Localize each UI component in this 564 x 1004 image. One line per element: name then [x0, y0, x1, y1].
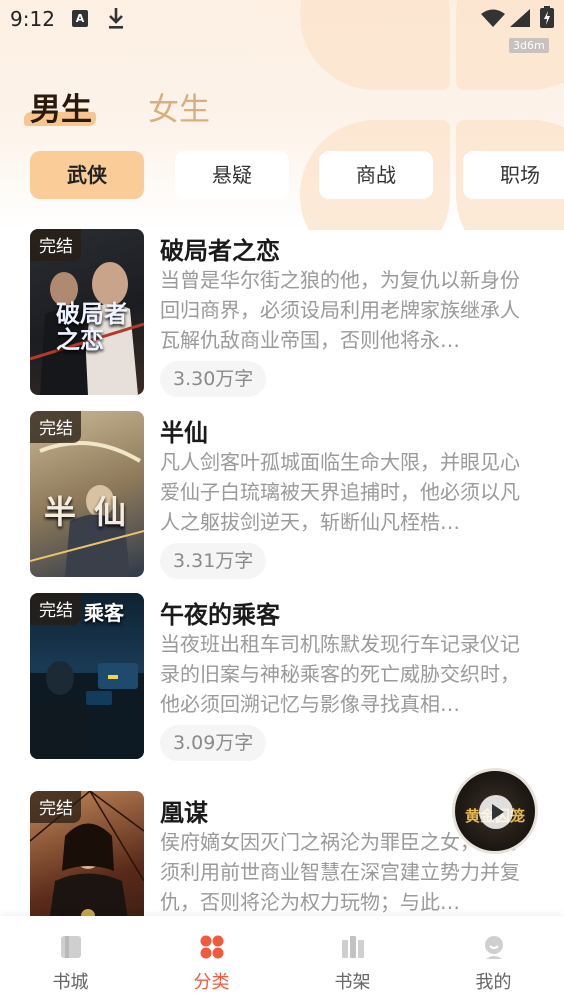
network-speed-badge: 3d6m — [509, 38, 549, 53]
word-count-badge: 3.31万字 — [160, 543, 267, 579]
nav-label: 分类 — [193, 972, 230, 993]
download-icon — [109, 8, 123, 29]
category-chips: 武侠 悬疑 商战 职场 — [30, 151, 564, 199]
book-description: 当夜班出租车司机陈默发现行车记录仪记录的旧案与神秘乘客的死亡威胁交织时，他必须回… — [160, 632, 520, 716]
book-icon — [61, 936, 81, 958]
bookshelf-icon — [342, 936, 364, 958]
battery-icon — [540, 6, 554, 28]
notification-a-icon: A — [72, 10, 88, 27]
book-description: 当曾是华尔街之狼的他，为复仇以新身份回归商界，必须设局利用老牌家族继承人瓦解仇敌… — [160, 268, 520, 352]
profile-icon — [485, 936, 503, 959]
word-count-badge: 3.30万字 — [160, 361, 267, 397]
word-count-badge: 3.09万字 — [160, 725, 267, 761]
status-badge: 完结 — [30, 593, 81, 625]
nav-bookstore[interactable]: 书城 — [0, 916, 141, 1004]
nav-label: 书架 — [334, 972, 371, 993]
wifi-icon — [481, 9, 505, 27]
nav-profile[interactable]: 我的 — [423, 916, 564, 1004]
status-badge: 完结 — [30, 791, 81, 823]
status-time: 9:12 — [10, 7, 55, 31]
chip-workplace[interactable]: 职场 — [463, 151, 564, 199]
book-cover: 半仙 完结 — [30, 411, 144, 577]
signal-icon — [510, 9, 530, 27]
status-badge: 完结 — [30, 411, 81, 443]
book-title: 半仙 — [160, 419, 208, 447]
cover-title: 半仙 — [44, 493, 144, 531]
nav-category[interactable]: 分类 — [141, 916, 282, 1004]
floating-audio-player[interactable]: 黄金囚笼 — [452, 768, 538, 854]
cover-title: 破局者之恋 — [56, 300, 128, 354]
play-icon[interactable] — [479, 795, 513, 829]
book-item[interactable]: 乘客 完结 午夜的乘客 当夜班出租车司机陈默发现行车记录仪记录的旧案与神秘乘客的… — [0, 593, 564, 763]
book-cover: 乘客 完结 — [30, 593, 144, 759]
book-description: 凡人剑客叶孤城面临生命大限，并眼见心爱仙子白琉璃被天界追捕时，他必须以凡人之躯拔… — [160, 450, 520, 534]
book-title: 午夜的乘客 — [160, 601, 280, 629]
bottom-navigation: 书城 分类 书架 我的 — [0, 916, 564, 1004]
cover-title: 乘客 — [84, 601, 124, 625]
nav-label: 书城 — [52, 972, 89, 993]
status-badge: 完结 — [30, 229, 81, 261]
nav-label: 我的 — [475, 972, 512, 993]
tab-male[interactable]: 男生 — [30, 84, 92, 129]
chip-wuxia[interactable]: 武侠 — [30, 151, 144, 199]
nav-bookshelf[interactable]: 书架 — [282, 916, 423, 1004]
book-item[interactable]: 半仙 完结 半仙 凡人剑客叶孤城面临生命大限，并眼见心爱仙子白琉璃被天界追捕时，… — [0, 411, 564, 581]
book-title: 凰谋 — [160, 799, 208, 827]
book-title: 破局者之恋 — [160, 237, 280, 265]
category-icon — [200, 935, 224, 959]
chip-business[interactable]: 商战 — [319, 151, 433, 199]
book-item[interactable]: 破局者之恋 完结 破局者之恋 当曾是华尔街之狼的他，为复仇以新身份回归商界，必须… — [0, 229, 564, 399]
book-cover: 破局者之恋 完结 — [30, 229, 144, 395]
tab-female[interactable]: 女生 — [148, 84, 210, 129]
chip-suspense[interactable]: 悬疑 — [175, 151, 289, 199]
status-bar: 9:12 A 3d6m — [0, 0, 564, 53]
